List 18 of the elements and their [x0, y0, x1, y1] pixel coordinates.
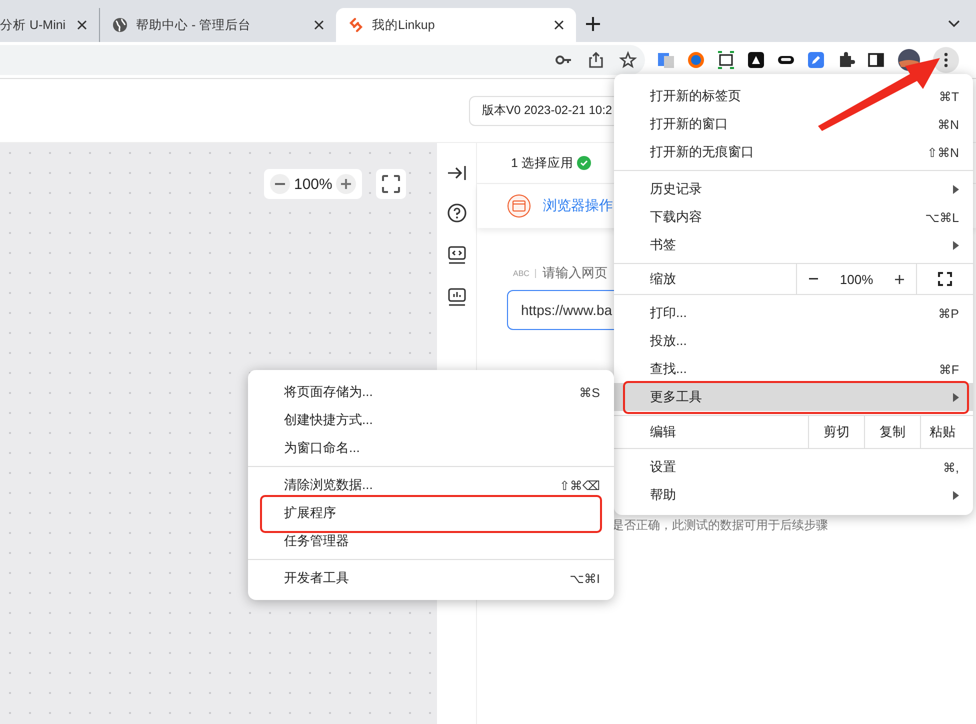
shortcut-label: ⌥⌘I	[570, 570, 600, 586]
zoom-value: 100%	[840, 272, 874, 286]
shortcut-label: ⇧⌘N	[926, 144, 959, 160]
field-label: 请输入网页	[542, 264, 608, 282]
shortcut-label: ⌘P	[938, 306, 959, 320]
menu-label: 缩放	[650, 270, 677, 288]
field-type-tag: ABC	[513, 268, 536, 278]
hint-text: 是否正确，此测试的数据可用于后续步骤	[612, 517, 829, 534]
shortcut-label: ⌘N	[937, 116, 959, 132]
shortcut-label: ⌘F	[938, 362, 959, 376]
menu-label: 编辑	[650, 423, 677, 441]
shortcut-label: ⌥⌘L	[925, 210, 959, 224]
shortcut-label: ⌘T	[938, 88, 959, 104]
shortcut-label: ⌘,	[943, 460, 959, 474]
card-title: 浏览器操作	[543, 197, 613, 215]
zoom-value: 100%	[294, 176, 332, 192]
shortcut-label: ⌘S	[579, 384, 600, 400]
shortcut-label: ⇧⌘⌫	[559, 478, 600, 492]
